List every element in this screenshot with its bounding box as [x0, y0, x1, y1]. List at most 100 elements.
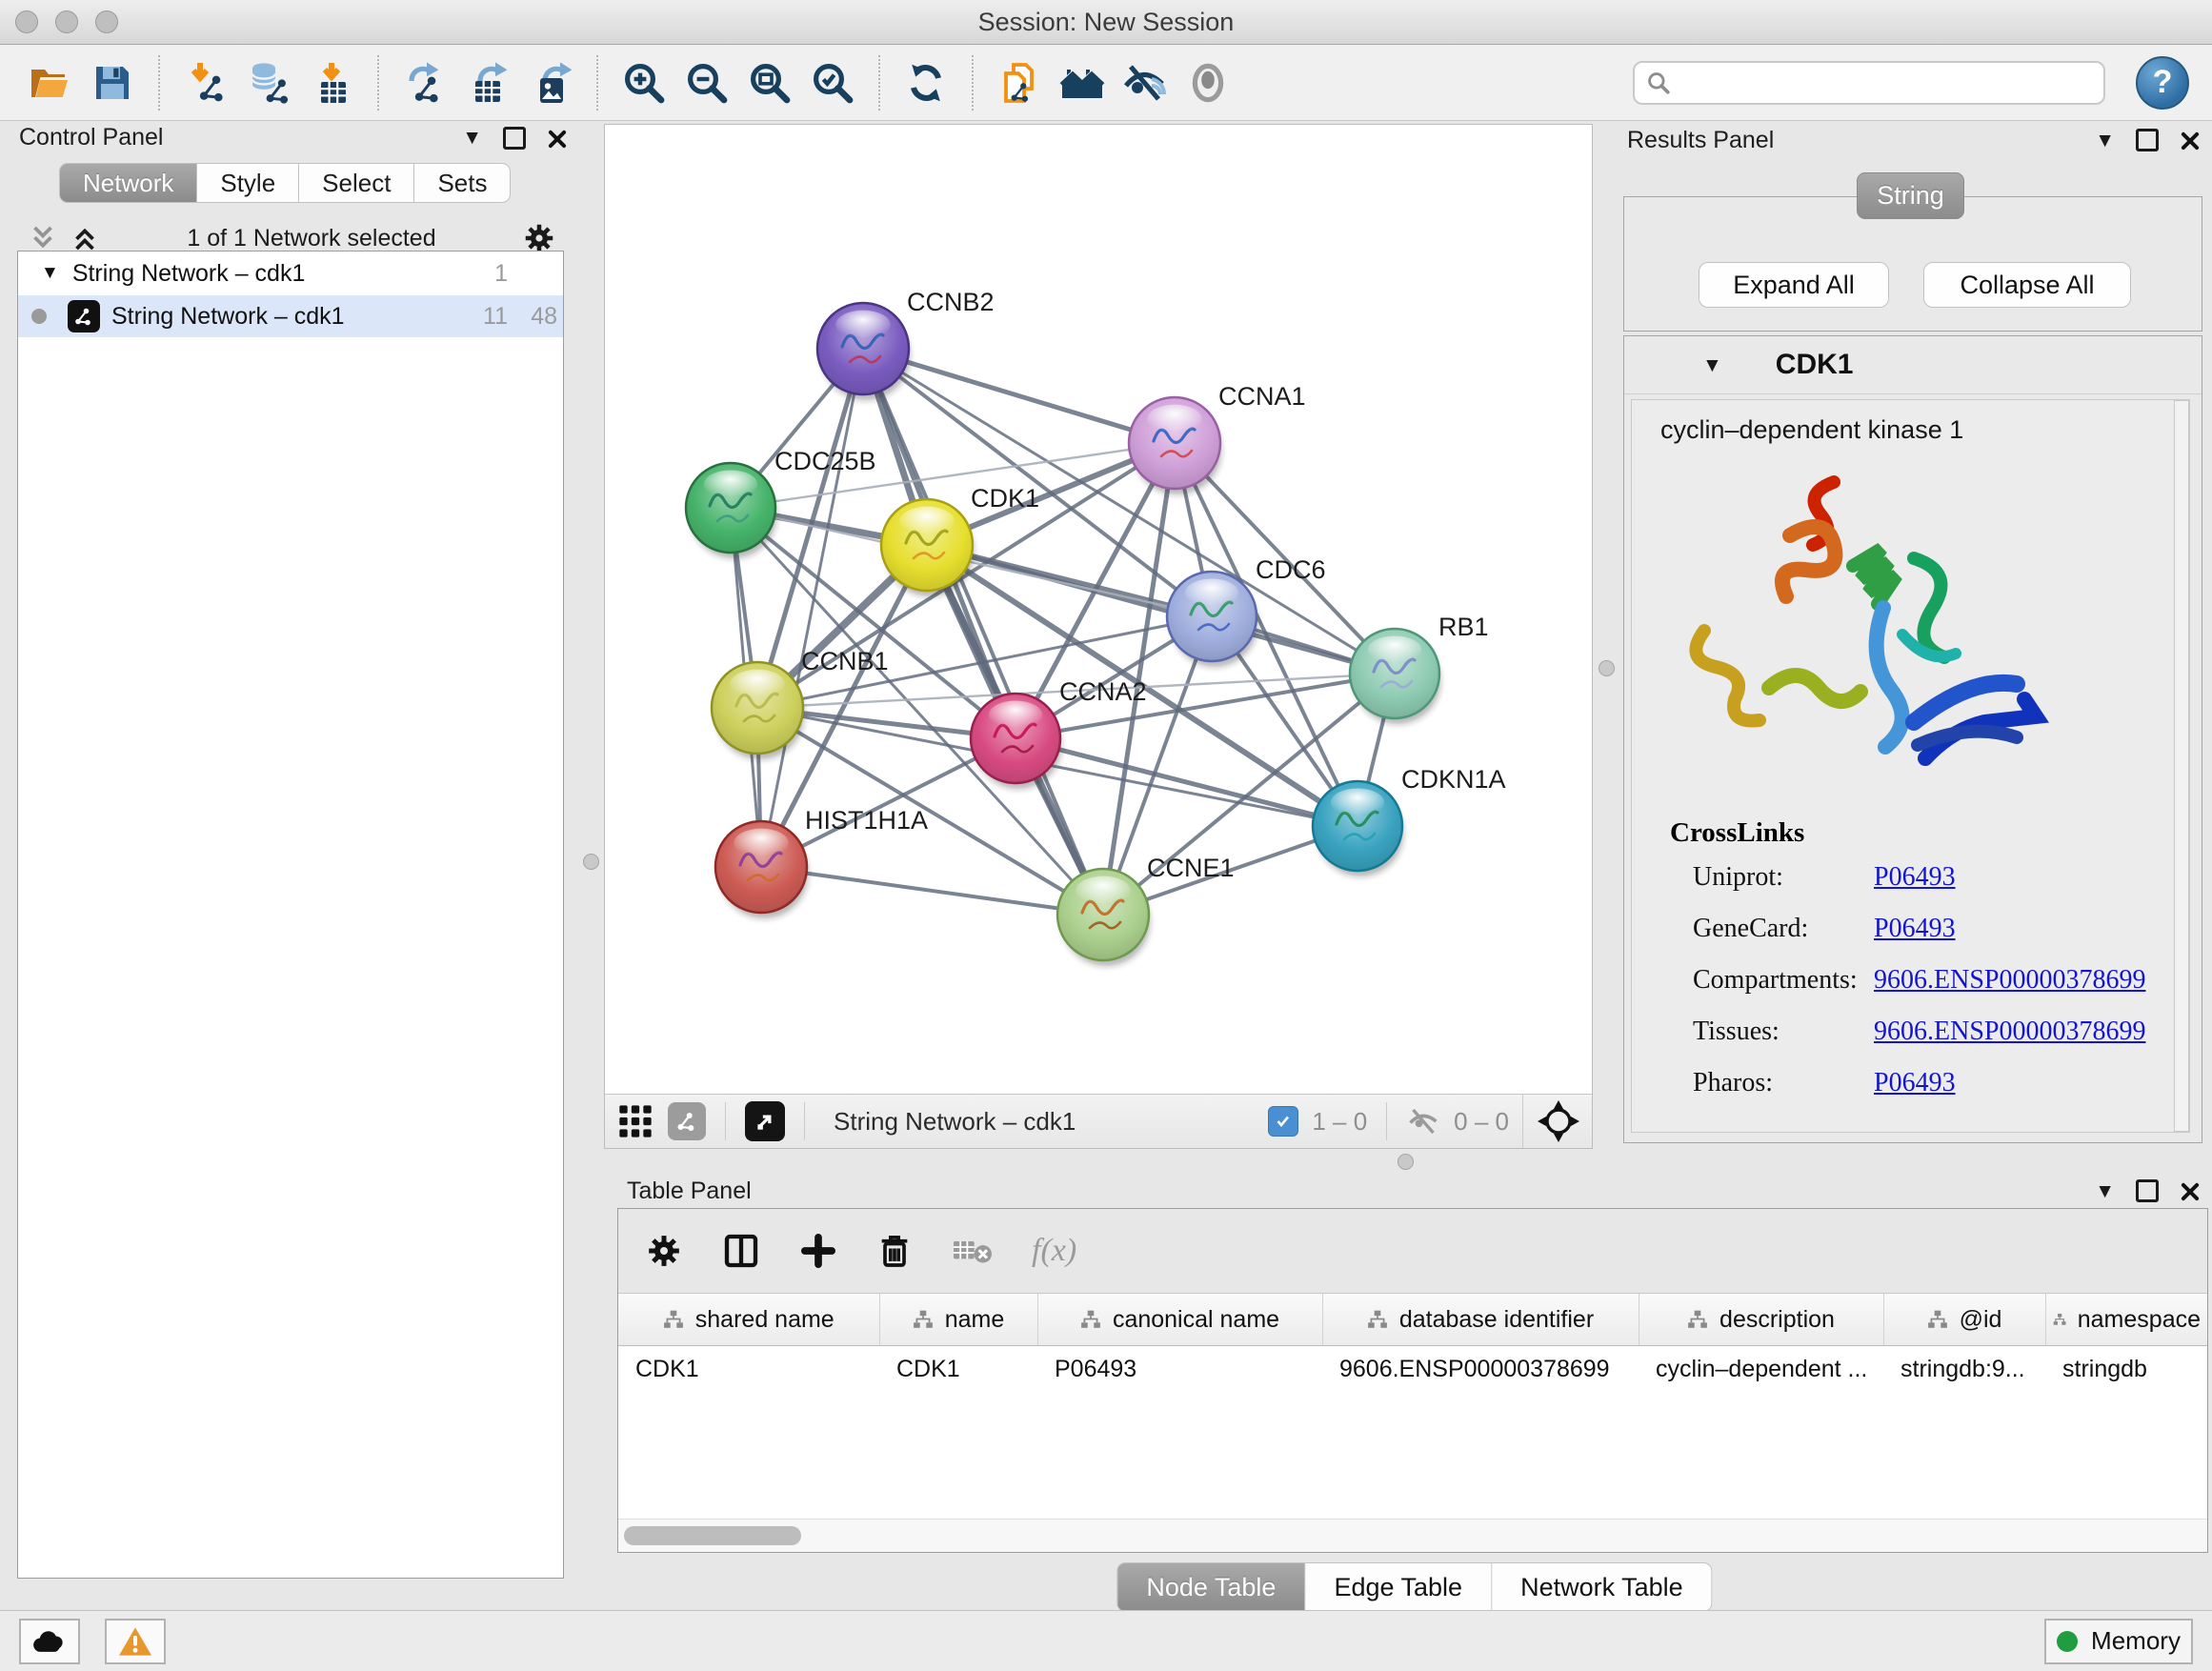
float-panel-icon[interactable] [2136, 129, 2159, 151]
network-row-selected[interactable]: String Network – cdk1 11 48 [18, 295, 563, 337]
panel-menu-icon[interactable]: ▼ [462, 128, 482, 148]
status-bar: Memory [0, 1610, 2212, 1671]
collapse-all-button[interactable]: Collapse All [1923, 262, 2131, 308]
show-items-button[interactable] [1181, 54, 1235, 111]
node-label-RB1: RB1 [1438, 613, 1489, 641]
close-panel-icon[interactable] [2180, 1181, 2199, 1200]
crosslink-label: Pharos: [1693, 1068, 1874, 1098]
network-node-CDKN1A[interactable]: CDKN1A [1313, 765, 1506, 876]
table-gear-icon[interactable] [645, 1232, 683, 1270]
function-builder-icon[interactable]: f(x) [1032, 1233, 1076, 1269]
expand-all-button[interactable]: Expand All [1699, 262, 1889, 308]
annotation-pages-button[interactable] [993, 54, 1046, 111]
network-node-CCNA1[interactable]: CCNA1 [1129, 382, 1306, 494]
export-table-button[interactable] [461, 54, 514, 111]
results-scrollbar[interactable] [2174, 400, 2189, 1132]
tab-select[interactable]: Select [299, 163, 414, 203]
birds-eye-view-icon[interactable] [745, 1101, 785, 1141]
network-node-RB1[interactable]: RB1 [1350, 613, 1489, 724]
column-header-canonical-name[interactable]: canonical name [1037, 1294, 1322, 1346]
tab-network[interactable]: Network [59, 163, 197, 203]
zoom-in-button[interactable] [617, 54, 671, 111]
tab-sets[interactable]: Sets [414, 163, 511, 203]
column-header-name[interactable]: name [879, 1294, 1037, 1346]
column-header-namespace[interactable]: namespace [2045, 1294, 2207, 1346]
column-header-database-identifier[interactable]: database identifier [1322, 1294, 1639, 1346]
horizontal-splitter-handle[interactable] [1398, 1154, 1414, 1170]
memory-button[interactable]: Memory [2044, 1619, 2193, 1664]
crosslink-link[interactable]: P06493 [1874, 862, 1956, 893]
panel-menu-icon[interactable]: ▼ [2095, 131, 2115, 151]
column-header-description[interactable]: description [1639, 1294, 1883, 1346]
warnings-button[interactable] [105, 1619, 166, 1664]
export-network-button[interactable] [398, 54, 452, 111]
delete-column-icon[interactable] [875, 1232, 914, 1270]
selected-checkbox-icon[interactable] [1268, 1106, 1298, 1137]
entry-header[interactable]: ▼ CDK1 [1624, 336, 2202, 394]
open-session-button[interactable] [23, 54, 76, 111]
left-splitter-handle[interactable] [583, 854, 599, 870]
collection-count: 1 [458, 260, 508, 288]
delete-table-icon[interactable] [952, 1232, 994, 1270]
close-panel-icon[interactable] [2180, 131, 2199, 150]
network-node-CDK1[interactable]: CDK1 [881, 484, 1039, 596]
import-table-file-button[interactable] [305, 54, 358, 111]
tab-string[interactable]: String [1857, 172, 1964, 219]
crosslink-link[interactable]: P06493 [1874, 1068, 1956, 1098]
float-panel-icon[interactable] [2136, 1179, 2159, 1202]
float-panel-icon[interactable] [503, 127, 526, 150]
network-tree: ▼ String Network – cdk1 1 String Network… [17, 251, 564, 1579]
network-canvas[interactable]: CCNB2CCNA1CDC25BCDK1CDC6RB1CCNB1CCNA2CDK… [605, 125, 1592, 1095]
tab-network-table[interactable]: Network Table [1492, 1562, 1713, 1612]
crosslink-link[interactable]: 9606.ENSP00000378699 [1874, 1017, 2145, 1047]
hidden-eye-slash-icon[interactable] [1406, 1104, 1440, 1138]
network-collection-row[interactable]: ▼ String Network – cdk1 1 [18, 252, 563, 295]
column-type-icon [1687, 1310, 1708, 1329]
network-share-mode-icon[interactable] [668, 1102, 706, 1140]
close-panel-icon[interactable] [547, 129, 566, 148]
tab-style[interactable]: Style [197, 163, 299, 203]
add-column-icon[interactable] [799, 1232, 837, 1270]
zoom-out-button[interactable] [680, 54, 734, 111]
table-header-row: shared name name canonical name database… [618, 1294, 2207, 1346]
scrollbar-thumb[interactable] [624, 1526, 801, 1545]
zoom-selected-button[interactable] [806, 54, 859, 111]
search-input[interactable] [1680, 69, 2092, 97]
panel-menu-icon[interactable]: ▼ [2095, 1181, 2115, 1201]
import-database-icon [246, 60, 292, 106]
right-splitter-handle[interactable] [1599, 660, 1615, 676]
collapse-all-chevron-icon[interactable] [27, 222, 59, 254]
help-button[interactable]: ? [2136, 56, 2189, 110]
split-columns-icon[interactable] [721, 1232, 761, 1270]
refresh-button[interactable] [899, 54, 953, 111]
entry-disclosure-icon[interactable]: ▼ [1702, 355, 1722, 375]
network-view-toolbar: String Network – cdk1 1 – 0 0 – 0 [605, 1094, 1592, 1148]
network-node-CDC25B[interactable]: CDC25B [686, 447, 876, 558]
crosslink-link[interactable]: 9606.ENSP00000378699 [1874, 965, 2145, 996]
network-node-HIST1H1A[interactable]: HIST1H1A [715, 806, 928, 918]
import-network-database-button[interactable] [242, 54, 295, 111]
tab-edge-table[interactable]: Edge Table [1305, 1562, 1492, 1612]
center-view-crosshair-icon[interactable] [1537, 1099, 1580, 1143]
column-type-icon [1367, 1310, 1388, 1329]
tab-node-table[interactable]: Node Table [1116, 1562, 1305, 1612]
column-header-shared-name[interactable]: shared name [618, 1294, 879, 1346]
collection-disclosure-icon[interactable]: ▼ [41, 263, 59, 284]
crosslink-link[interactable]: P06493 [1874, 914, 1956, 944]
crosslink-row: Pharos: P06493 [1693, 1068, 2145, 1098]
column-type-icon [1080, 1310, 1101, 1329]
grid-mode-icon[interactable] [616, 1102, 654, 1140]
hide-items-button[interactable] [1118, 54, 1172, 111]
save-session-button[interactable] [86, 54, 139, 111]
zoom-fit-button[interactable] [743, 54, 796, 111]
cell-database-identifier: 9606.ENSP00000378699 [1322, 1346, 1639, 1393]
houses-button[interactable] [1056, 54, 1109, 111]
table-row[interactable]: CDK1 CDK1 P06493 9606.ENSP00000378699 cy… [618, 1346, 2207, 1393]
expand-all-chevron-icon[interactable] [69, 222, 101, 254]
cloud-status-button[interactable] [19, 1619, 80, 1664]
import-network-file-button[interactable] [179, 54, 232, 111]
column-header-id[interactable]: @id [1883, 1294, 2045, 1346]
export-image-button[interactable] [524, 54, 577, 111]
crosslink-row: Tissues: 9606.ENSP00000378699 [1693, 1017, 2145, 1047]
network-status-dot [31, 309, 47, 324]
